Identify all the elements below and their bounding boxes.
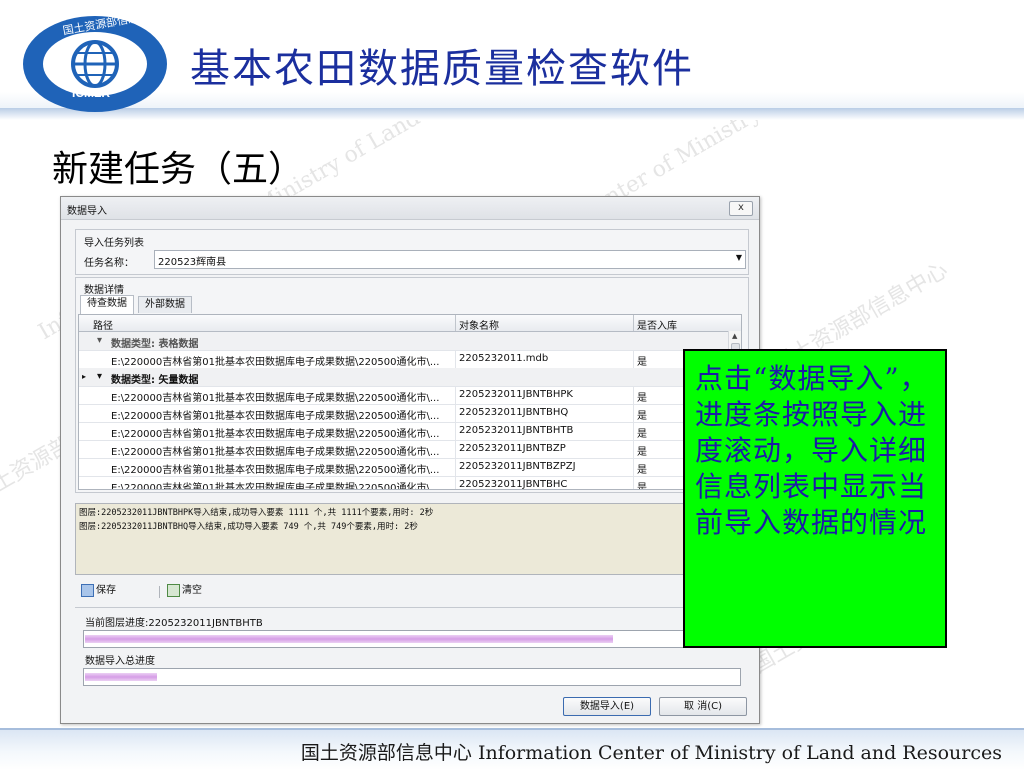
save-label: 保存 bbox=[96, 585, 116, 596]
total-progress-label: 数据导入总进度 bbox=[85, 656, 155, 667]
cell-divider bbox=[455, 458, 456, 476]
slide-title: 新建任务（五） bbox=[52, 149, 305, 190]
group-label: 数据类型: 矢量数据 bbox=[111, 375, 199, 386]
scroll-up-icon[interactable]: ▲ bbox=[732, 332, 737, 340]
close-icon: x bbox=[738, 202, 744, 213]
cancel-button[interactable]: 取 消(C) bbox=[659, 697, 747, 716]
clear-button[interactable]: 清空 bbox=[167, 583, 202, 599]
collapse-icon[interactable]: ▾ bbox=[97, 371, 102, 382]
dialog-title: 数据导入 bbox=[67, 206, 107, 217]
chevron-down-icon[interactable]: ▼ bbox=[736, 253, 742, 262]
close-button[interactable]: x bbox=[729, 201, 753, 216]
column-header-path[interactable]: 路径 bbox=[93, 317, 113, 332]
task-list-group: 导入任务列表 任务名称： 220523辉南县 ▼ bbox=[75, 229, 749, 275]
data-import-dialog: 数据导入 x 导入任务列表 任务名称： 220523辉南县 ▼ 数据详情 待查数… bbox=[60, 196, 760, 724]
cell-divider bbox=[455, 386, 456, 404]
import-log-list[interactable]: 图层:2205232011JBNTBHPK导入结束,成功导入要素 1111 个,… bbox=[75, 503, 747, 575]
cell-divider bbox=[455, 440, 456, 458]
table-row[interactable]: E:\220000吉林省第01批基本农田数据库电子成果数据\220500通化市\… bbox=[79, 386, 729, 405]
data-detail-group-title: 数据详情 bbox=[84, 285, 124, 296]
cell-divider bbox=[633, 386, 634, 404]
cell-divider bbox=[633, 422, 634, 440]
table-row[interactable]: E:\220000吉林省第01批基本农田数据库电子成果数据\220500通化市\… bbox=[79, 476, 729, 490]
cell-path: E:\220000吉林省第01批基本农田数据库电子成果数据\220500通化市\… bbox=[111, 447, 440, 458]
logo-bottom-text: ICMLR bbox=[72, 86, 110, 100]
table-row[interactable]: E:\220000吉林省第01批基本农田数据库电子成果数据\220500通化市\… bbox=[79, 404, 729, 423]
cell-path: E:\220000吉林省第01批基本农田数据库电子成果数据\220500通化市\… bbox=[111, 429, 440, 440]
cell-divider bbox=[633, 458, 634, 476]
data-import-button[interactable]: 数据导入(E) bbox=[563, 697, 651, 716]
cell-imported: 是 bbox=[637, 429, 647, 440]
dialog-titlebar[interactable]: 数据导入 x bbox=[61, 197, 759, 220]
cell-divider bbox=[455, 422, 456, 440]
task-name-select[interactable]: 220523辉南县 ▼ bbox=[154, 250, 746, 269]
task-name-label: 任务名称： bbox=[84, 258, 134, 269]
data-detail-group: 数据详情 待查数据 外部数据 路径 对象名称 是否入库 ▾ 数据类型: 表格数据 E… bbox=[75, 277, 749, 493]
cell-imported: 是 bbox=[637, 393, 647, 404]
row-pointer-icon: ▸ bbox=[82, 372, 87, 381]
current-layer-progress-fill bbox=[85, 635, 613, 643]
cell-object-name: 2205232011JBNTBHPK bbox=[459, 389, 573, 400]
cell-path: E:\220000吉林省第01批基本农田数据库电子成果数据\220500通化市\… bbox=[111, 393, 440, 404]
slide-header: 国土资源部信息中心 ICMLR 基本农田数据质量检查软件 bbox=[0, 0, 1024, 120]
cell-object-name: 2205232011JBNTBZP bbox=[459, 443, 566, 454]
toolbar-divider bbox=[159, 586, 160, 598]
cell-path: E:\220000吉林省第01批基本农田数据库电子成果数据\220500通化市\… bbox=[111, 465, 440, 476]
progress-area: 当前图层进度:2205232011JBNTBHTB 数据导入总进度 bbox=[75, 607, 747, 688]
instruction-callout: 点击“数据导入”，进度条按照导入进度滚动，导入详细信息列表中显示当前导入数据的情… bbox=[683, 349, 947, 648]
cell-divider bbox=[633, 440, 634, 458]
tab-external-data[interactable]: 外部数据 bbox=[138, 296, 192, 313]
cell-divider bbox=[455, 404, 456, 422]
cell-divider bbox=[455, 476, 456, 489]
cell-path: E:\220000吉林省第01批基本农田数据库电子成果数据\220500通化市\… bbox=[111, 483, 440, 490]
column-header-imported[interactable]: 是否入库 bbox=[637, 317, 677, 332]
group-label: 数据类型: 表格数据 bbox=[111, 339, 199, 350]
footer-text: 国土资源部信息中心 Information Center of Ministry… bbox=[300, 742, 1002, 764]
log-line: 图层:2205232011JBNTBHQ导入结束,成功导入要素 749 个,共 … bbox=[79, 522, 418, 532]
tab-pending-data[interactable]: 待查数据 bbox=[80, 295, 134, 314]
cell-object-name: 2205232011JBNTBZPZJ bbox=[459, 461, 576, 472]
task-list-group-title: 导入任务列表 bbox=[84, 238, 144, 249]
total-progress-bar bbox=[83, 668, 741, 686]
cell-divider bbox=[455, 350, 456, 368]
app-title: 基本农田数据质量检查软件 bbox=[190, 46, 694, 92]
task-name-value: 220523辉南县 bbox=[158, 257, 227, 268]
column-header-object[interactable]: 对象名称 bbox=[459, 317, 499, 332]
import-data-grid: 路径 对象名称 是否入库 ▾ 数据类型: 表格数据 E:\220000吉林省第01批… bbox=[78, 314, 742, 490]
cell-imported: 是 bbox=[637, 447, 647, 458]
clear-icon bbox=[167, 583, 180, 597]
table-row[interactable]: E:\220000吉林省第01批基本农田数据库电子成果数据\220500通化市\… bbox=[79, 440, 729, 459]
table-row[interactable]: E:\220000吉林省第01批基本农田数据库电子成果数据\220500通化市\… bbox=[79, 350, 729, 369]
cell-imported: 是 bbox=[637, 411, 647, 422]
current-layer-progress-label: 当前图层进度:2205232011JBNTBHTB bbox=[85, 618, 263, 629]
clear-label: 清空 bbox=[182, 585, 202, 596]
save-button[interactable]: 保存 bbox=[81, 583, 116, 599]
column-divider[interactable] bbox=[455, 315, 456, 331]
column-divider[interactable] bbox=[633, 315, 634, 331]
log-line: 图层:2205232011JBNTBHPK导入结束,成功导入要素 1111 个,… bbox=[79, 508, 434, 518]
cell-divider bbox=[633, 404, 634, 422]
cell-object-name: 2205232011JBNTBHC bbox=[459, 479, 568, 490]
cell-path: E:\220000吉林省第01批基本农田数据库电子成果数据\220500通化市\… bbox=[111, 411, 440, 422]
cell-object-name: 2205232011JBNTBHTB bbox=[459, 425, 574, 436]
slide-footer: 国土资源部信息中心 Information Center of Ministry… bbox=[0, 728, 1024, 770]
cell-imported: 是 bbox=[637, 357, 647, 368]
cell-imported: 是 bbox=[637, 465, 647, 476]
collapse-icon[interactable]: ▾ bbox=[97, 335, 102, 346]
cell-object-name: 2205232011.mdb bbox=[459, 353, 549, 364]
current-layer-progress-bar bbox=[83, 630, 741, 648]
cell-path: E:\220000吉林省第01批基本农田数据库电子成果数据\220500通化市\… bbox=[111, 357, 440, 368]
save-icon bbox=[81, 583, 94, 597]
cell-imported: 是 bbox=[637, 483, 647, 490]
log-toolbar: 保存 清空 bbox=[75, 581, 747, 601]
total-progress-fill bbox=[85, 673, 157, 681]
cell-object-name: 2205232011JBNTBHQ bbox=[459, 407, 569, 418]
table-group-row[interactable]: ▾ 数据类型: 表格数据 bbox=[79, 332, 729, 351]
table-row[interactable]: E:\220000吉林省第01批基本农田数据库电子成果数据\220500通化市\… bbox=[79, 422, 729, 441]
cell-divider bbox=[633, 350, 634, 368]
table-row[interactable]: E:\220000吉林省第01批基本农田数据库电子成果数据\220500通化市\… bbox=[79, 458, 729, 477]
table-group-row[interactable]: ▸ ▾ 数据类型: 矢量数据 bbox=[79, 368, 729, 387]
grid-header: 路径 对象名称 是否入库 bbox=[79, 315, 741, 332]
cell-divider bbox=[633, 476, 634, 489]
